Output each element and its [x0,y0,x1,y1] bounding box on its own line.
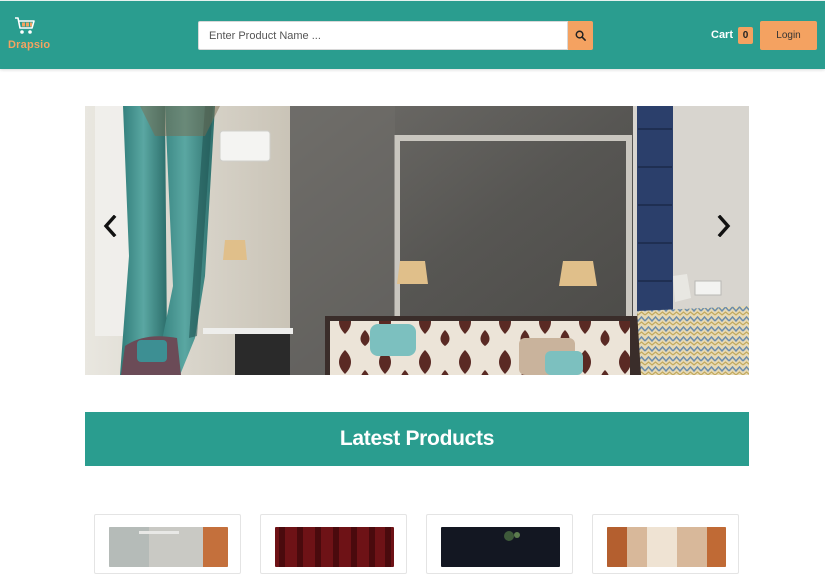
login-button[interactable]: Login [760,21,817,50]
product-image [441,527,560,567]
chevron-right-icon [717,215,731,237]
chevron-left-icon [103,215,117,237]
cart-count-badge: 0 [738,26,754,44]
brand-logo[interactable]: Drapsio [6,13,50,57]
search-icon [575,30,586,41]
product-card[interactable] [426,514,573,574]
section-title: Latest Products [339,427,495,450]
cart-link[interactable]: Cart 0 [711,26,754,44]
top-navbar: Drapsio Cart 0 Login [0,0,825,69]
search-bar [198,21,593,50]
product-card[interactable] [592,514,739,574]
search-input[interactable] [198,21,568,50]
product-image [607,527,726,567]
latest-products-banner: Latest Products [85,412,749,466]
product-image [109,527,228,567]
hero-carousel [85,106,749,375]
carousel-next-button[interactable] [709,206,739,246]
shopping-cart-icon [15,17,35,34]
product-card[interactable] [94,514,241,574]
carousel-prev-button[interactable] [95,206,125,246]
product-card[interactable] [260,514,407,574]
search-button[interactable] [568,21,593,50]
brand-name: Drapsio [8,39,51,51]
cart-label: Cart [711,29,734,41]
product-image [275,527,394,567]
carousel-slide-image [85,106,749,375]
